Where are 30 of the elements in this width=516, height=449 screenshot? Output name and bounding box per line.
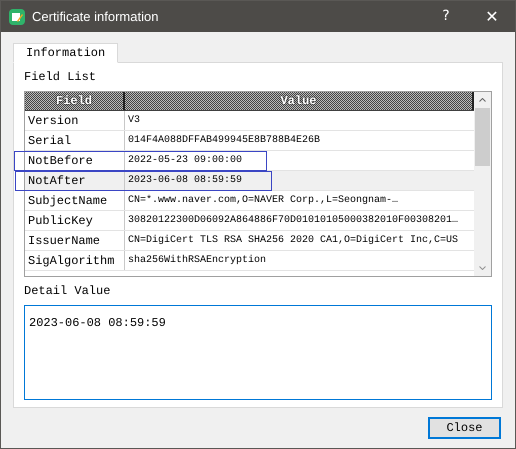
table-cell: Serial (25, 131, 125, 150)
column-header[interactable]: Value (125, 92, 474, 110)
help-button[interactable]: ? (423, 1, 469, 32)
table-cell-text: CN=DigiCert TLS RSA SHA256 2020 CA1,O=DigiCert Inc,C=US (127, 234, 460, 248)
table-cell-text: 2023-06-08 08:59:59 (127, 174, 244, 188)
window-title: Certificate information (32, 8, 158, 26)
detail-value-box[interactable]: 2023-06-08 08:59:59 (24, 305, 492, 400)
close-button[interactable]: Close (428, 417, 501, 439)
scrollbar-thumb (475, 108, 490, 166)
detail-value-text: 2023-06-08 08:59:59 (29, 316, 166, 330)
table-cell-text: 30820122300D06092A864886F70D01010105000382010F00308201… (127, 214, 460, 228)
table-cell: SigAlgorithm (25, 251, 125, 270)
scroll-up-icon[interactable] (479, 98, 486, 102)
section-label: Detail Value (24, 283, 112, 299)
table-cell-text: sha256WithRSAEncryption (127, 254, 268, 268)
table-cell-text: 014F4A088DFFAB499945E8B788B4E26B (127, 134, 322, 148)
table-cell-text: 2022-05-23 09:00:00 (127, 154, 244, 168)
close-button[interactable]: ✕ (469, 1, 515, 32)
table-cell: NotBefore (25, 151, 125, 170)
table-cell: Version (25, 111, 125, 130)
table-cell: PublicKey (25, 211, 125, 230)
tab[interactable]: Information (13, 43, 118, 63)
section-label: Field List (24, 69, 98, 85)
table-cell-text: V3 (127, 114, 142, 128)
table-cell: SubjectName (25, 191, 125, 210)
table-cell: IssuerName (25, 231, 125, 250)
table-cell: NotAfter (25, 171, 125, 190)
table-cell-text: CN=*.www.naver.com,O=NAVER Corp.,L=Seongnam-… (127, 194, 400, 208)
scroll-down-icon[interactable] (479, 266, 486, 270)
app-icon (9, 8, 25, 24)
